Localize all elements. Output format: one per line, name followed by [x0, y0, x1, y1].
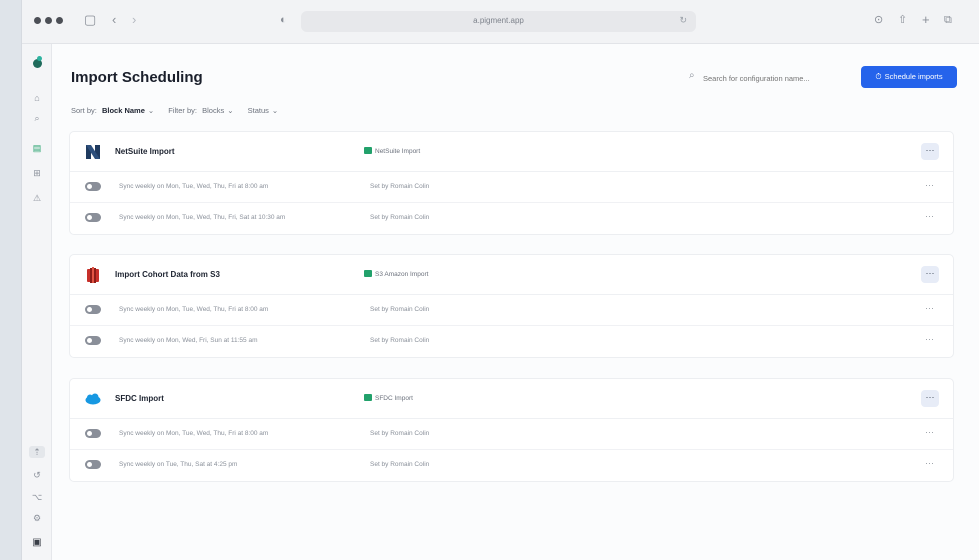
schedule-row: Sync weekly on Tue, Thu, Sat at 4:25 pm … — [70, 450, 953, 481]
import-type-label: NetSuite Import — [375, 148, 421, 155]
schedule-row: Sync weekly on Mon, Tue, Wed, Thu, Fri a… — [70, 295, 953, 326]
import-group-s3: Import Cohort Data from S3 S3 Amazon Imp… — [69, 254, 954, 358]
schedule-row: Sync weekly on Mon, Tue, Wed, Thu, Fri a… — [70, 172, 953, 203]
sidebar-toggle-icon[interactable]: ▢ — [84, 13, 96, 27]
home-icon[interactable]: ⌂ — [22, 92, 52, 104]
schedule-toggle[interactable] — [85, 305, 101, 314]
group-header: SFDC Import SFDC Import ⋯ — [70, 379, 953, 419]
import-type-label: S3 Amazon Import — [375, 271, 429, 278]
set-by-text: Set by Romain Colin — [370, 214, 430, 221]
more-options-icon[interactable]: ⋯ — [925, 211, 934, 222]
main-content: Import Scheduling ⌕ ⏱Schedule imports So… — [53, 44, 979, 560]
close-window-button[interactable] — [34, 17, 41, 24]
import-type-icon — [364, 270, 372, 277]
import-icon[interactable]: ⇡ — [29, 446, 45, 458]
schedule-row: Sync weekly on Mon, Tue, Wed, Thu, Fri a… — [70, 419, 953, 450]
new-tab-icon[interactable]: + — [922, 13, 930, 27]
status-dropdown[interactable]: Status — [248, 106, 269, 115]
import-type: NetSuite Import — [364, 147, 420, 155]
schedule-text: Sync weekly on Mon, Tue, Wed, Thu, Fri a… — [119, 306, 269, 313]
import-type-label: SFDC Import — [375, 395, 413, 402]
board-icon[interactable]: ▤ — [22, 142, 52, 154]
schedule-toggle[interactable] — [85, 336, 101, 345]
schedule-imports-button[interactable]: ⏱ Schedule imports — [861, 66, 957, 88]
filter-label: Filter by: — [168, 106, 198, 115]
group-name: Import Cohort Data from S3 — [115, 270, 220, 279]
schedule-text: Sync weekly on Mon, Tue, Wed, Thu, Fri a… — [119, 183, 269, 190]
group-name: SFDC Import — [115, 394, 164, 403]
netsuite-logo — [86, 145, 100, 159]
search-input[interactable] — [703, 70, 848, 86]
group-more-button[interactable]: ⋯ — [921, 266, 939, 283]
share-icon[interactable]: ⇧ — [898, 13, 907, 27]
user-icon[interactable]: ▣ — [22, 537, 52, 549]
blocks-dropdown[interactable]: Blocks — [202, 106, 224, 115]
group-name: NetSuite Import — [115, 147, 175, 156]
chevron-down-icon[interactable]: ⌄ — [227, 106, 233, 115]
group-more-button[interactable]: ⋯ — [921, 143, 939, 160]
clock-icon: ⏱ — [875, 72, 882, 81]
search-icon: ⌕ — [689, 70, 695, 81]
group-more-button[interactable]: ⋯ — [921, 390, 939, 407]
chevron-down-icon[interactable]: ⌄ — [272, 106, 278, 115]
tabs-icon[interactable]: ⧉ — [944, 13, 952, 27]
search-icon[interactable]: ⌕ — [22, 112, 52, 124]
flow-icon[interactable]: ⌥ — [22, 491, 52, 503]
browser-window: ▢ ‹ › ◐ a.pigment.app ↻ ⊙ ⇧ + ⧉ ⌂ ⌕ ▤ ⊞ … — [21, 0, 979, 560]
download-icon[interactable]: ⊙ — [874, 13, 883, 27]
import-type-icon — [364, 147, 372, 154]
schedule-toggle[interactable] — [85, 429, 101, 438]
search-box[interactable]: ⌕ — [689, 70, 849, 88]
url-text: a.pigment.app — [473, 16, 524, 25]
import-type: SFDC Import — [364, 394, 413, 402]
import-type: S3 Amazon Import — [364, 270, 428, 278]
schedule-text: Sync weekly on Mon, Tue, Wed, Thu, Fri, … — [119, 214, 286, 221]
group-header: NetSuite Import NetSuite Import ⋯ — [70, 132, 953, 172]
more-options-icon[interactable]: ⋯ — [925, 334, 934, 345]
schedule-toggle[interactable] — [85, 213, 101, 222]
schedule-imports-label: Schedule imports — [884, 72, 943, 81]
browser-titlebar: ▢ ‹ › ◐ a.pigment.app ↻ ⊙ ⇧ + ⧉ — [22, 0, 979, 44]
sort-dropdown[interactable]: Block Name — [102, 106, 145, 115]
pigment-logo[interactable] — [33, 56, 42, 68]
set-by-text: Set by Romain Colin — [370, 337, 430, 344]
import-group-sfdc: SFDC Import SFDC Import ⋯ Sync weekly on… — [69, 378, 954, 482]
group-header: Import Cohort Data from S3 S3 Amazon Imp… — [70, 255, 953, 295]
set-by-text: Set by Romain Colin — [370, 430, 430, 437]
schedule-text: Sync weekly on Mon, Tue, Wed, Thu, Fri a… — [119, 430, 269, 437]
set-by-text: Set by Romain Colin — [370, 183, 430, 190]
filter-bar: Sort by: Block Name ⌄ Filter by: Blocks ⌄ … — [71, 106, 281, 118]
address-bar[interactable]: a.pigment.app ↻ — [301, 11, 696, 32]
schedule-row: Sync weekly on Mon, Tue, Wed, Thu, Fri, … — [70, 203, 953, 234]
schedule-text: Sync weekly on Tue, Thu, Sat at 4:25 pm — [119, 461, 238, 468]
schedule-toggle[interactable] — [85, 182, 101, 191]
import-type-icon — [364, 394, 372, 401]
more-options-icon[interactable]: ⋯ — [925, 458, 934, 469]
settings-icon[interactable]: ⚙ — [22, 512, 52, 524]
more-options-icon[interactable]: ⋯ — [925, 303, 934, 314]
warning-icon[interactable]: ⚠ — [22, 192, 52, 204]
minimize-window-button[interactable] — [45, 17, 52, 24]
back-icon[interactable]: ‹ — [112, 13, 116, 27]
sort-label: Sort by: — [71, 106, 97, 115]
chevron-down-icon[interactable]: ⌄ — [148, 106, 154, 115]
import-group-netsuite: NetSuite Import NetSuite Import ⋯ Sync w… — [69, 131, 954, 235]
app-sidebar: ⌂ ⌕ ▤ ⊞ ⚠ ⇡ ↺ ⌥ ⚙ ▣ — [22, 44, 52, 560]
more-options-icon[interactable]: ⋯ — [925, 427, 934, 438]
more-options-icon[interactable]: ⋯ — [925, 180, 934, 191]
set-by-text: Set by Romain Colin — [370, 306, 430, 313]
privacy-shield-icon[interactable]: ◐ — [280, 13, 287, 27]
reload-icon[interactable]: ↻ — [679, 15, 687, 26]
schedule-row: Sync weekly on Mon, Wed, Fri, Sun at 11:… — [70, 326, 953, 357]
salesforce-logo — [85, 393, 101, 405]
grid-icon[interactable]: ⊞ — [22, 167, 52, 179]
schedule-text: Sync weekly on Mon, Wed, Fri, Sun at 11:… — [119, 337, 258, 344]
page-title: Import Scheduling — [71, 69, 203, 86]
forward-icon[interactable]: › — [132, 13, 136, 27]
schedule-toggle[interactable] — [85, 460, 101, 469]
set-by-text: Set by Romain Colin — [370, 461, 430, 468]
zoom-window-button[interactable] — [56, 17, 63, 24]
amazon-s3-logo — [87, 267, 99, 283]
history-icon[interactable]: ↺ — [22, 469, 52, 481]
